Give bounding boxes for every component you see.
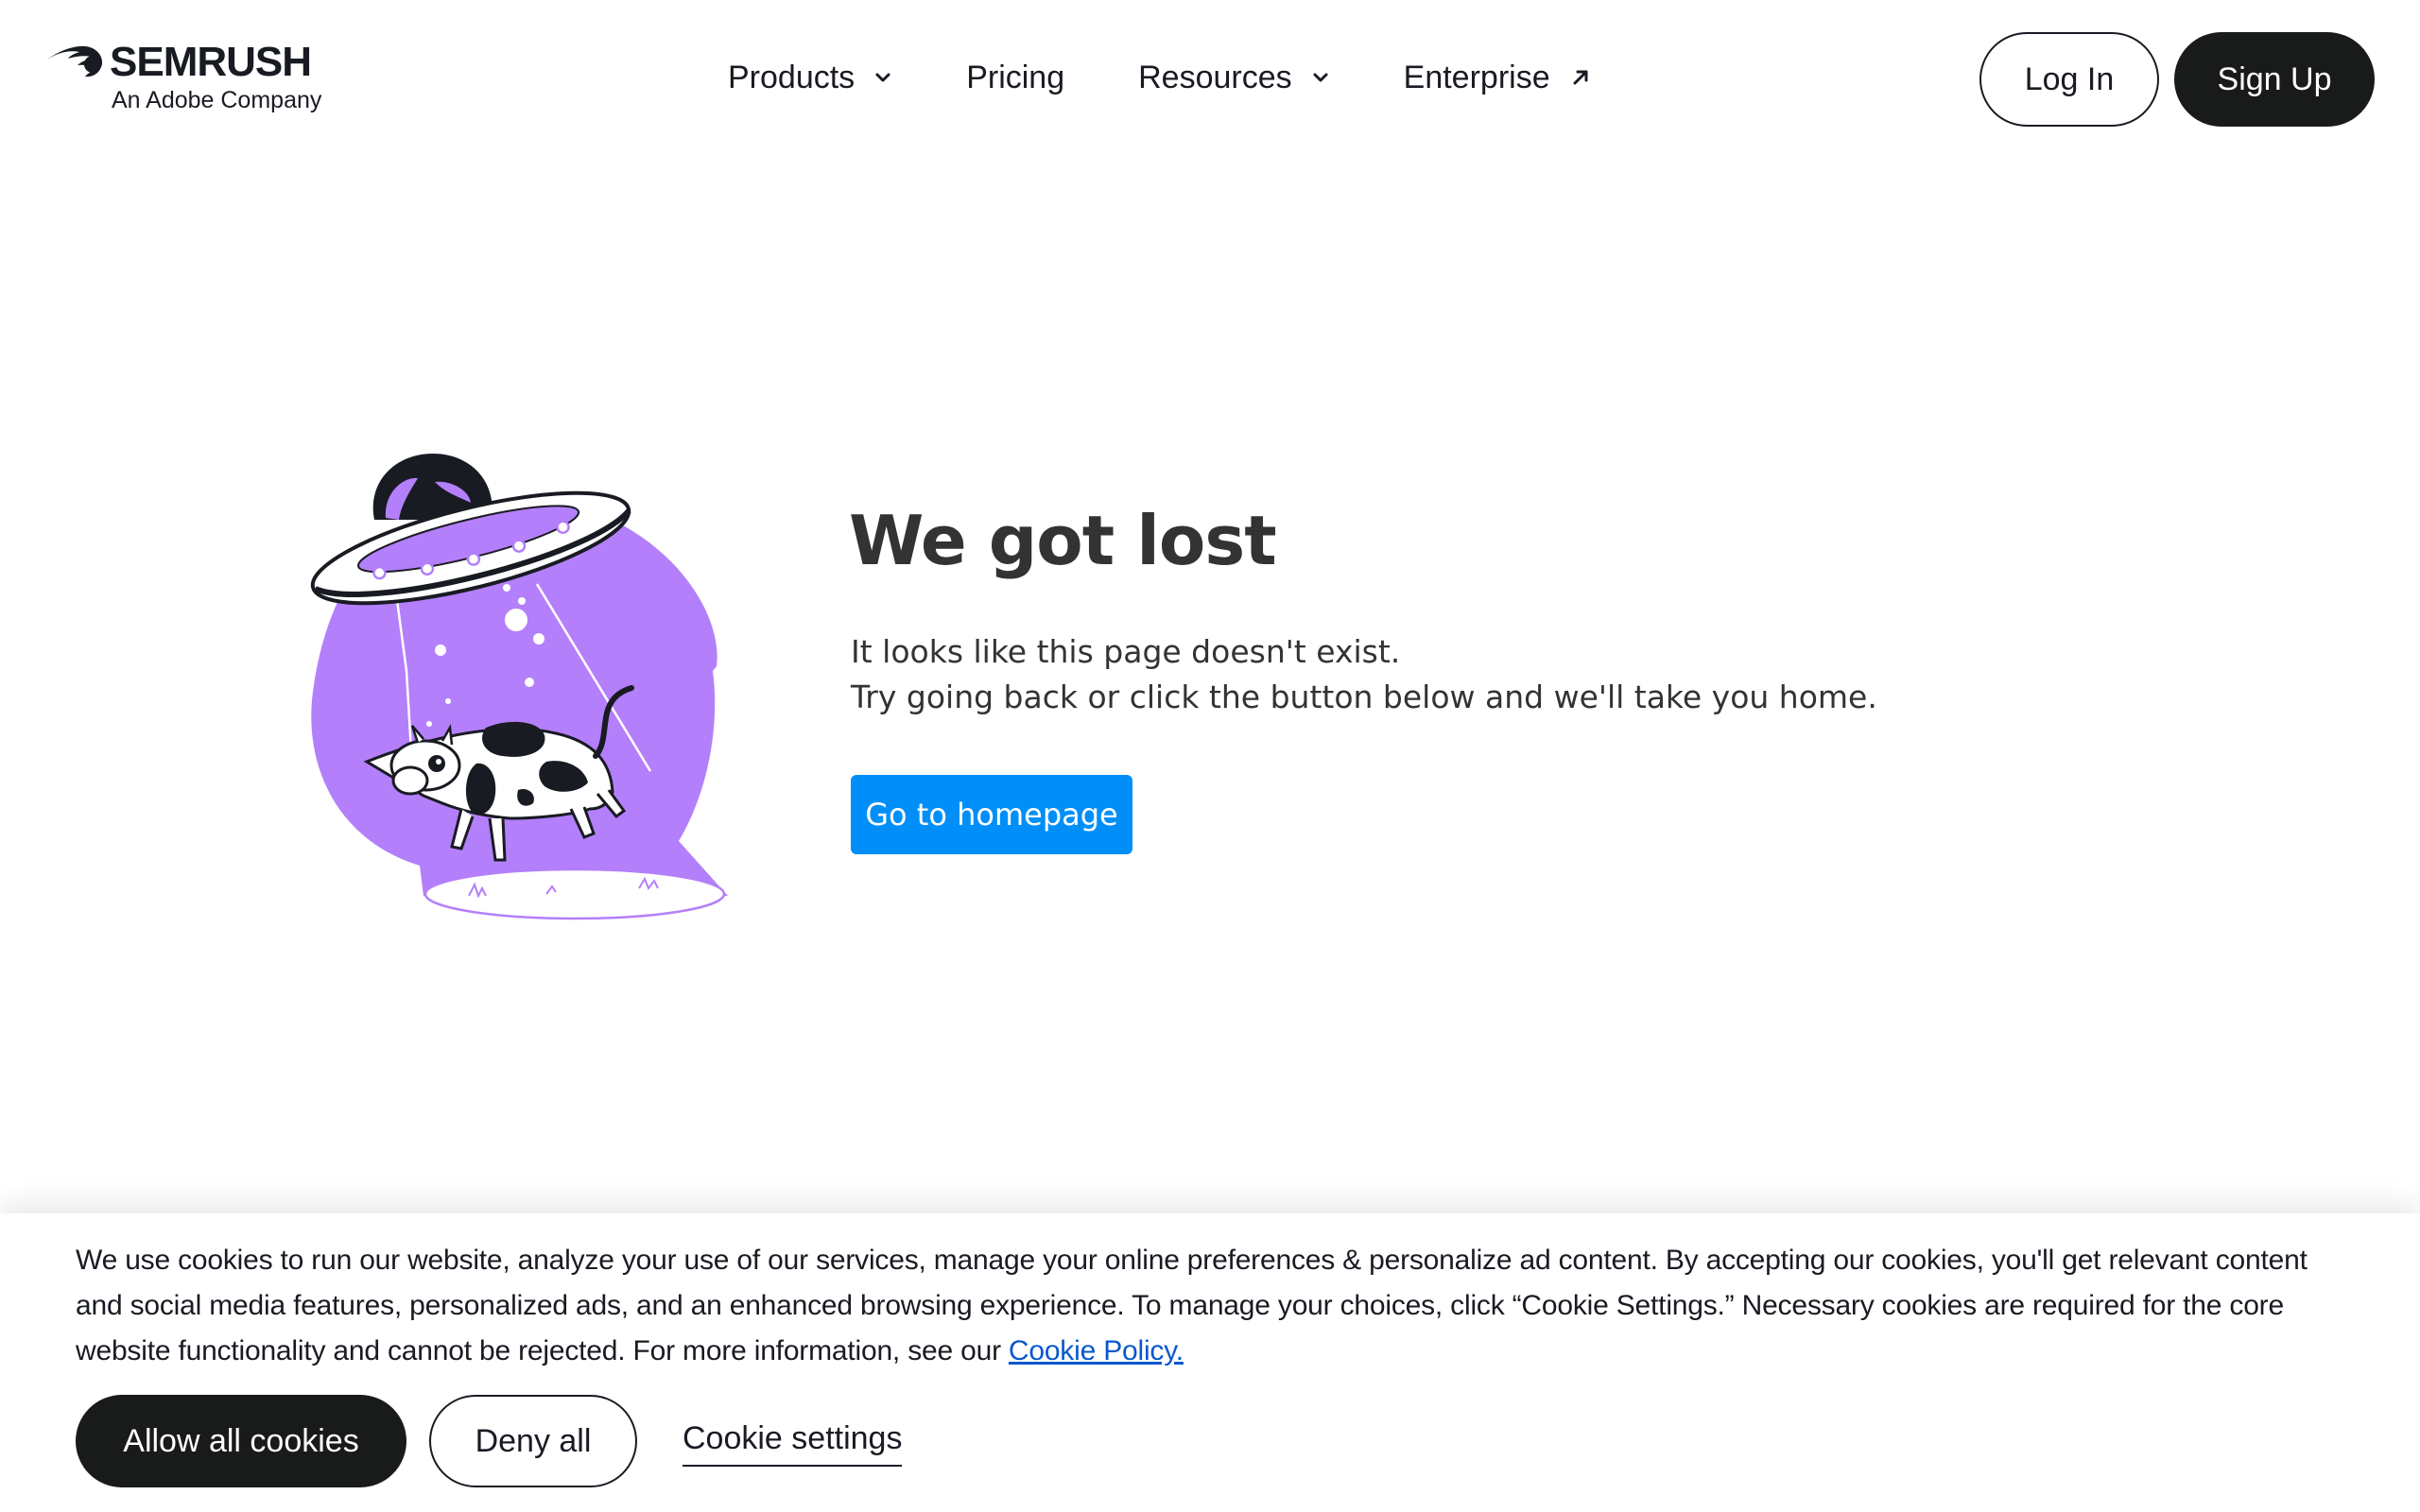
chevron-down-icon: [1313, 73, 1328, 82]
cookie-policy-link[interactable]: Cookie Policy.: [1009, 1335, 1184, 1366]
cookie-message-text: We use cookies to run our website, analy…: [76, 1245, 2308, 1366]
chevron-down-icon: [875, 73, 890, 82]
semrush-logo[interactable]: SEMRUSH An Adobe Company: [45, 39, 338, 115]
nav-products-label: Products: [728, 59, 856, 95]
nav-enterprise[interactable]: Enterprise: [1404, 60, 1592, 96]
allow-all-cookies-button[interactable]: Allow all cookies: [76, 1395, 406, 1487]
signup-button[interactable]: Sign Up: [2174, 32, 2375, 127]
ufo-cow-illustration: [310, 454, 728, 920]
main-nav: Products Pricing Resources Enterprise: [728, 49, 1666, 106]
cookie-banner: We use cookies to run our website, analy…: [0, 1213, 2420, 1512]
description-line-1: It looks like this page doesn't exist.: [851, 633, 1401, 670]
login-button[interactable]: Log In: [1979, 32, 2159, 127]
site-header: SEMRUSH An Adobe Company Products Pricin…: [0, 0, 2420, 157]
nav-pricing[interactable]: Pricing: [966, 60, 1064, 96]
cookie-message: We use cookies to run our website, analy…: [76, 1238, 2344, 1374]
deny-all-button[interactable]: Deny all: [429, 1395, 637, 1487]
go-to-homepage-button[interactable]: Go to homepage: [851, 775, 1132, 854]
cookie-settings-link[interactable]: Cookie settings: [683, 1412, 903, 1467]
semrush-logo-icon: [47, 45, 103, 77]
description-line-2: Try going back or click the button below…: [851, 679, 1877, 715]
nav-products[interactable]: Products: [728, 60, 892, 96]
page-title: We got lost: [849, 501, 1277, 580]
nav-resources-label: Resources: [1138, 59, 1292, 95]
logo-tagline: An Adobe Company: [112, 87, 322, 113]
nav-resources[interactable]: Resources: [1138, 60, 1330, 96]
nav-enterprise-label: Enterprise: [1403, 59, 1550, 95]
external-arrow-icon: [1573, 70, 1588, 85]
page-description: It looks like this page doesn't exist. T…: [851, 629, 1877, 720]
logo-wordmark: SEMRUSH: [110, 39, 312, 85]
nav-pricing-label: Pricing: [966, 59, 1065, 95]
